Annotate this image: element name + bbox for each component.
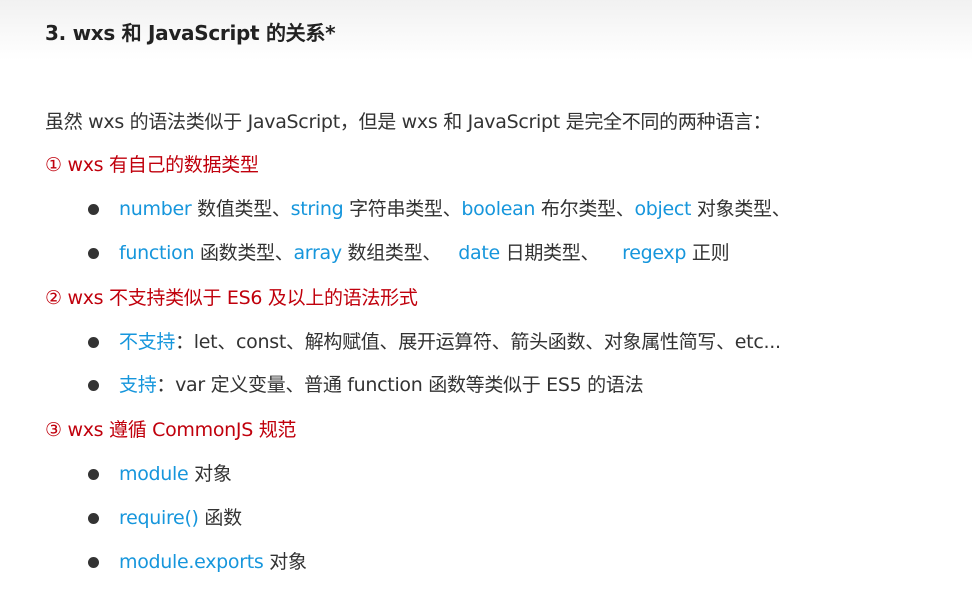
keyword-text: function	[119, 242, 195, 264]
bullet-icon	[88, 557, 99, 568]
keyword-text: 支持	[119, 374, 157, 396]
keyword-text: module.exports	[119, 551, 264, 573]
keyword-text: regexp	[622, 242, 687, 264]
text-segment: 字符串类型、	[343, 198, 462, 220]
text-segment: 数值类型、	[191, 198, 291, 220]
keyword-text: date	[458, 242, 500, 264]
text-segment: 对象	[263, 551, 307, 573]
keyword-text: require()	[119, 507, 199, 529]
keyword-text: boolean	[461, 198, 536, 220]
text-segment: 正则	[686, 242, 730, 264]
keyword-text: module	[119, 463, 189, 485]
intro-paragraph: 虽然 wxs 的语法类似于 JavaScript，但是 wxs 和 JavaSc…	[45, 110, 772, 134]
text-segment: 虽然 wxs 的语法类似于 JavaScript，但是 wxs 和 JavaSc…	[45, 111, 772, 133]
text-segment: 布尔类型、	[535, 198, 635, 220]
text-segment: 对象类型、	[691, 198, 791, 220]
keyword-text: number	[119, 198, 192, 220]
numbered-heading: ③ wxs 遵循 CommonJS 规范	[45, 418, 296, 442]
text-segment: ：let、const、解构赋值、展开运算符、箭头函数、对象属性简写、etc...	[175, 331, 781, 353]
text-segment: ③ wxs 遵循 CommonJS 规范	[45, 419, 297, 441]
text-segment: ：var 定义变量、普通 function 函数等类似于 ES5 的语法	[156, 374, 644, 396]
bullet-icon	[88, 380, 99, 391]
bullet-item: module.exports 对象	[88, 550, 307, 574]
text-segment: ② wxs 不支持类似于 ES6 及以上的语法形式	[45, 287, 418, 309]
bullet-item: number 数值类型、string 字符串类型、boolean 布尔类型、ob…	[88, 197, 791, 221]
text-segment: 日期类型、	[499, 242, 623, 264]
text-segment: 函数类型、	[194, 242, 294, 264]
text-segment: 数组类型、	[341, 242, 459, 264]
keyword-text: 不支持	[119, 331, 176, 353]
keyword-text: array	[293, 242, 342, 264]
section-title: 3. wxs 和 JavaScript 的关系*	[45, 21, 336, 45]
bullet-icon	[88, 337, 99, 348]
bullet-item: module 对象	[88, 462, 232, 486]
bullet-item: require() 函数	[88, 506, 242, 530]
numbered-heading: ② wxs 不支持类似于 ES6 及以上的语法形式	[45, 286, 418, 310]
bullet-item: 支持：var 定义变量、普通 function 函数等类似于 ES5 的语法	[88, 373, 644, 397]
text-segment: ① wxs 有自己的数据类型	[45, 154, 259, 176]
text-segment: 函数	[198, 507, 242, 529]
numbered-heading: ① wxs 有自己的数据类型	[45, 153, 259, 177]
bullet-icon	[88, 204, 99, 215]
keyword-text: object	[634, 198, 692, 220]
text-segment: 对象	[188, 463, 232, 485]
keyword-text: string	[290, 198, 344, 220]
bullet-item: function 函数类型、array 数组类型、 date 日期类型、 reg…	[88, 241, 730, 265]
bullet-icon	[88, 513, 99, 524]
bullet-icon	[88, 248, 99, 259]
bullet-item: 不支持：let、const、解构赋值、展开运算符、箭头函数、对象属性简写、etc…	[88, 330, 781, 354]
bullet-icon	[88, 469, 99, 480]
